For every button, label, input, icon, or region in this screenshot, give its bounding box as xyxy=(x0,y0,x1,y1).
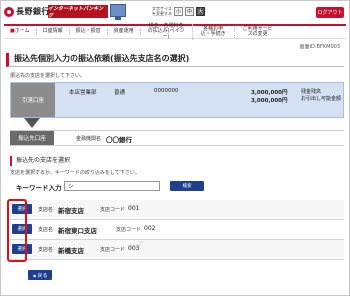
from-account-box: 引落口座 本店営業部 普通 0000000 3,000,000円 残金残高 3,… xyxy=(10,82,344,118)
branch-code-label: 支店コード xyxy=(100,207,126,213)
branch-code: 002 xyxy=(144,225,156,232)
branch-name-label: 支店名 xyxy=(38,247,54,253)
nav-item-service-change[interactable]: ご利用サービスの変更 xyxy=(235,26,281,38)
list-item: 選択 支店名 新宿支店 支店コード 001 xyxy=(8,200,344,220)
branch-code-label: 支店コード xyxy=(100,247,126,253)
back-button[interactable]: 戻る xyxy=(28,270,52,280)
font-size-large-button[interactable]: 大 xyxy=(196,7,205,16)
from-account-label: 引落口座 xyxy=(11,83,55,117)
branch-name: 新宿東口支店 xyxy=(58,227,97,235)
branch-code: 001 xyxy=(128,205,140,212)
nav-item-home[interactable]: ■ホーム xyxy=(4,29,37,35)
nav-item-applications[interactable]: 各種お申込・手続き xyxy=(193,26,235,38)
bank-logo-icon xyxy=(4,6,14,17)
screen-id: 画面ID:BFKM003 xyxy=(299,44,340,50)
page-description: 振込先の支店を選択して下さい。 xyxy=(10,73,85,79)
branch-section-description: 支店を選択するか、キーワードの絞り込みをして下さい。 xyxy=(10,170,140,176)
list-item: 選択 支店名 新橋支店 支店コード 003 xyxy=(8,240,344,260)
select-button[interactable]: 選択 xyxy=(12,244,32,254)
search-button[interactable]: 検索 xyxy=(170,181,204,191)
bank-logo[interactable]: 長野銀行 xyxy=(4,6,50,17)
branch-name: 新橋支店 xyxy=(58,247,84,255)
font-size-small-button[interactable]: 小 xyxy=(174,7,183,16)
to-bank-label: 金融機関名 xyxy=(76,136,102,142)
branch-list: 選択 支店名 新宿支店 支店コード 001 選択 支店名 新宿東口支店 支店コー… xyxy=(8,200,344,260)
select-button[interactable]: 選択 xyxy=(12,204,32,214)
arrow-down-icon xyxy=(24,118,40,128)
to-account-row: 振込先口座 金融機関名 〇〇銀行 xyxy=(10,130,344,146)
available-label: お引出し可能金額 xyxy=(301,96,342,102)
from-account-branch: 本店営業部 xyxy=(69,90,97,96)
font-size-label: 文字サイズを変更する xyxy=(152,6,172,16)
from-account-type: 普通 xyxy=(114,90,126,96)
page-title: 振込先個別入力の振込依頼(振込先支店名の選択) xyxy=(6,53,344,67)
list-item: 選択 支店名 新宿東口支店 支店コード 002 xyxy=(8,220,344,240)
keyword-input[interactable] xyxy=(64,181,160,191)
header: 長野銀行 インターネットバンキング 文字サイズを変更する 小 中 大 ログアウト xyxy=(4,3,346,23)
bank-name: 長野銀行 xyxy=(16,7,50,16)
to-account-label: 振込先口座 xyxy=(10,131,54,145)
nav-item-asset-management[interactable]: 資産運用 xyxy=(108,29,141,35)
balance-amount: 3,000,000円 xyxy=(251,90,288,96)
nav-item-transfer[interactable]: 振込・振替 xyxy=(70,29,108,35)
internet-banking-badge: インターネットバンキング xyxy=(48,5,108,19)
keyword-label: キーワード入力 xyxy=(16,184,62,192)
to-bank-name: 〇〇銀行 xyxy=(106,136,132,144)
computer-monitor-icon xyxy=(110,4,126,20)
balance-label: 残金残高 xyxy=(301,89,322,95)
logout-button[interactable]: ログアウト xyxy=(316,7,344,18)
branch-name-label: 支店名 xyxy=(38,227,54,233)
available-amount: 3,000,000円 xyxy=(251,98,288,104)
select-button[interactable]: 選択 xyxy=(12,224,32,234)
global-nav: ■ホーム 口座情報 振込・振替 資産運用 税金・各種料金の払込み(ペイジー) 各… xyxy=(4,23,346,41)
font-size-medium-button[interactable]: 中 xyxy=(185,7,194,16)
from-account-number: 0000000 xyxy=(154,88,179,94)
branch-section-title: 振込先の支店を選択 xyxy=(10,156,344,166)
branch-code: 003 xyxy=(128,245,140,252)
branch-name: 新宿支店 xyxy=(58,207,84,215)
branch-code-label: 支店コード xyxy=(116,227,142,233)
nav-item-account-info[interactable]: 口座情報 xyxy=(37,29,70,35)
nav-item-pay-easy[interactable]: 税金・各種料金の払込み(ペイジー) xyxy=(141,23,193,41)
branch-name-label: 支店名 xyxy=(38,207,54,213)
